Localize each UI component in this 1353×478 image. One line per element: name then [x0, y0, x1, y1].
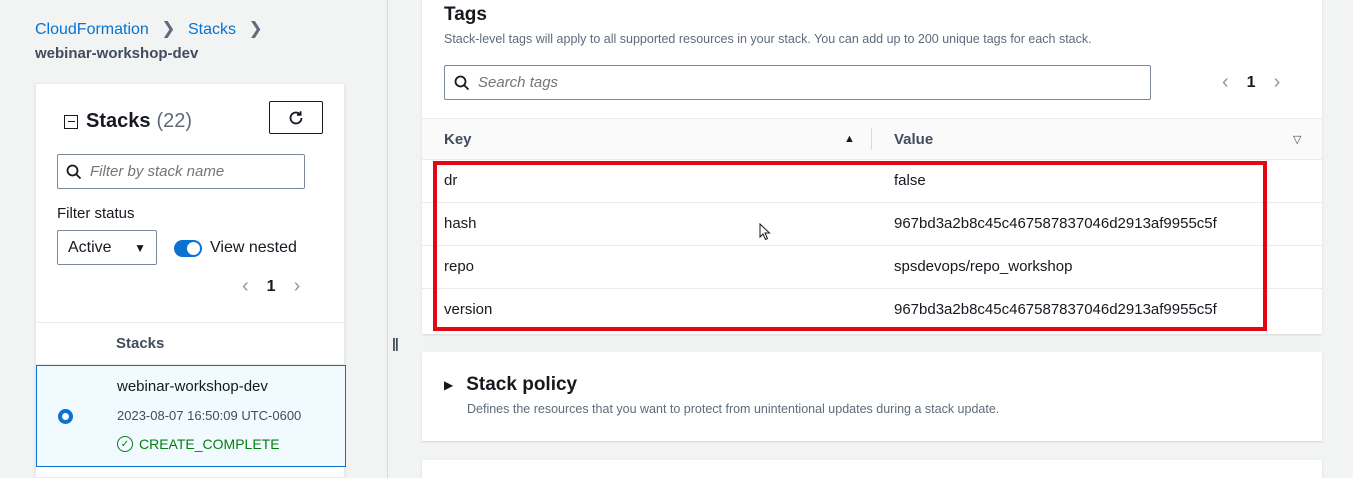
- filter-stacks-input[interactable]: [90, 163, 290, 180]
- search-icon: [66, 164, 82, 179]
- stack-policy-panel: ▶ Stack policy Defines the resources tha…: [422, 352, 1322, 441]
- stacks-list-panel: Stacks (22) Filter status Active ▼ View …: [35, 83, 346, 478]
- collapse-panel-icon[interactable]: [64, 114, 78, 129]
- tag-value: false: [894, 172, 926, 189]
- tag-key: repo: [444, 258, 475, 275]
- breadcrumb-current: webinar-workshop-dev: [35, 45, 199, 62]
- check-circle-icon: ✓: [117, 436, 133, 452]
- tag-value: 967bd3a2b8c45c467587837046d2913af9955c5f: [894, 215, 1217, 232]
- tags-title: Tags: [444, 4, 487, 25]
- previous-page-icon[interactable]: ‹: [242, 275, 249, 298]
- stack-row[interactable]: webinar-workshop-dev 2023-08-07 16:50:09…: [36, 365, 346, 467]
- stack-status-text: CREATE_COMPLETE: [139, 436, 280, 452]
- column-header-key[interactable]: Key: [444, 131, 472, 148]
- caret-down-icon: ▼: [134, 240, 146, 255]
- sort-ascending-icon[interactable]: ▲: [844, 133, 855, 145]
- stack-policy-description: Defines the resources that you want to p…: [467, 402, 1000, 416]
- search-icon: [454, 75, 470, 90]
- tag-value: spsdevops/repo_workshop: [894, 258, 1073, 275]
- table-row: dr false: [422, 160, 1322, 203]
- stack-policy-header[interactable]: ▶ Stack policy: [444, 374, 577, 396]
- current-page-number[interactable]: 1: [267, 278, 276, 296]
- view-nested-toggle[interactable]: [174, 239, 202, 257]
- next-page-icon[interactable]: ›: [1274, 71, 1281, 94]
- chevron-right-icon: ❯: [161, 19, 176, 38]
- breadcrumb-stacks-link[interactable]: Stacks: [188, 21, 236, 38]
- breadcrumb-cloudformation-link[interactable]: CloudFormation: [35, 21, 149, 38]
- stack-name[interactable]: webinar-workshop-dev: [117, 378, 268, 395]
- tags-panel: Tags Stack-level tags will apply to all …: [422, 0, 1322, 334]
- tags-table-header: Key ▲ Value ▽: [422, 118, 1322, 160]
- stacks-title-text: Stacks: [86, 110, 151, 132]
- refresh-icon: [289, 110, 303, 124]
- tag-key: version: [444, 301, 493, 318]
- stack-radio-selected[interactable]: [58, 409, 73, 424]
- refresh-button[interactable]: [269, 101, 323, 134]
- tags-pagination: ‹ 1 ›: [1222, 71, 1280, 94]
- table-row: version 967bd3a2b8c45c467587837046d2913a…: [422, 289, 1322, 332]
- search-tags-input[interactable]: [478, 74, 1078, 91]
- previous-page-icon[interactable]: ‹: [1222, 71, 1229, 94]
- column-header-value[interactable]: Value: [894, 131, 933, 148]
- stacks-pagination: ‹ 1 ›: [242, 275, 300, 298]
- stacks-panel-title: Stacks (22): [64, 110, 192, 133]
- current-page-number[interactable]: 1: [1247, 74, 1256, 92]
- caret-right-icon[interactable]: ▶: [444, 378, 453, 392]
- filter-status-select[interactable]: Active ▼: [57, 230, 157, 265]
- next-page-icon[interactable]: ›: [294, 275, 301, 298]
- table-row: repo spsdevops/repo_workshop: [422, 246, 1322, 289]
- stacks-count: (22): [156, 110, 193, 132]
- panel-resize-handle-icon[interactable]: ||: [392, 335, 399, 351]
- stack-status: ✓ CREATE_COMPLETE: [117, 436, 280, 452]
- tags-description: Stack-level tags will apply to all suppo…: [444, 32, 1092, 46]
- filter-status-value: Active: [68, 238, 112, 256]
- tag-key: hash: [444, 215, 477, 232]
- stack-policy-title[interactable]: Stack policy: [466, 374, 577, 396]
- chevron-right-icon: ❯: [248, 19, 263, 38]
- search-tags-wrapper: [444, 65, 1151, 100]
- next-panel: [422, 460, 1322, 478]
- column-divider[interactable]: [871, 128, 872, 150]
- stacks-sidebar: CloudFormation ❯ Stacks ❯ webinar-worksh…: [0, 0, 388, 478]
- view-nested-toggle-wrapper: View nested: [174, 239, 297, 257]
- stack-timestamp: 2023-08-07 16:50:09 UTC-0600: [117, 408, 302, 423]
- table-row: hash 967bd3a2b8c45c467587837046d2913af99…: [422, 203, 1322, 246]
- breadcrumb: CloudFormation ❯ Stacks ❯ webinar-worksh…: [35, 19, 271, 62]
- view-nested-label: View nested: [210, 239, 297, 256]
- filter-status-label: Filter status: [57, 205, 135, 222]
- mouse-pointer-icon: [759, 223, 771, 241]
- tag-key: dr: [444, 172, 458, 189]
- stacks-column-header: Stacks: [36, 322, 346, 365]
- filter-stacks-input-wrapper: [57, 154, 305, 189]
- sort-descending-icon[interactable]: ▽: [1293, 133, 1301, 146]
- tag-value: 967bd3a2b8c45c467587837046d2913af9955c5f: [894, 301, 1217, 318]
